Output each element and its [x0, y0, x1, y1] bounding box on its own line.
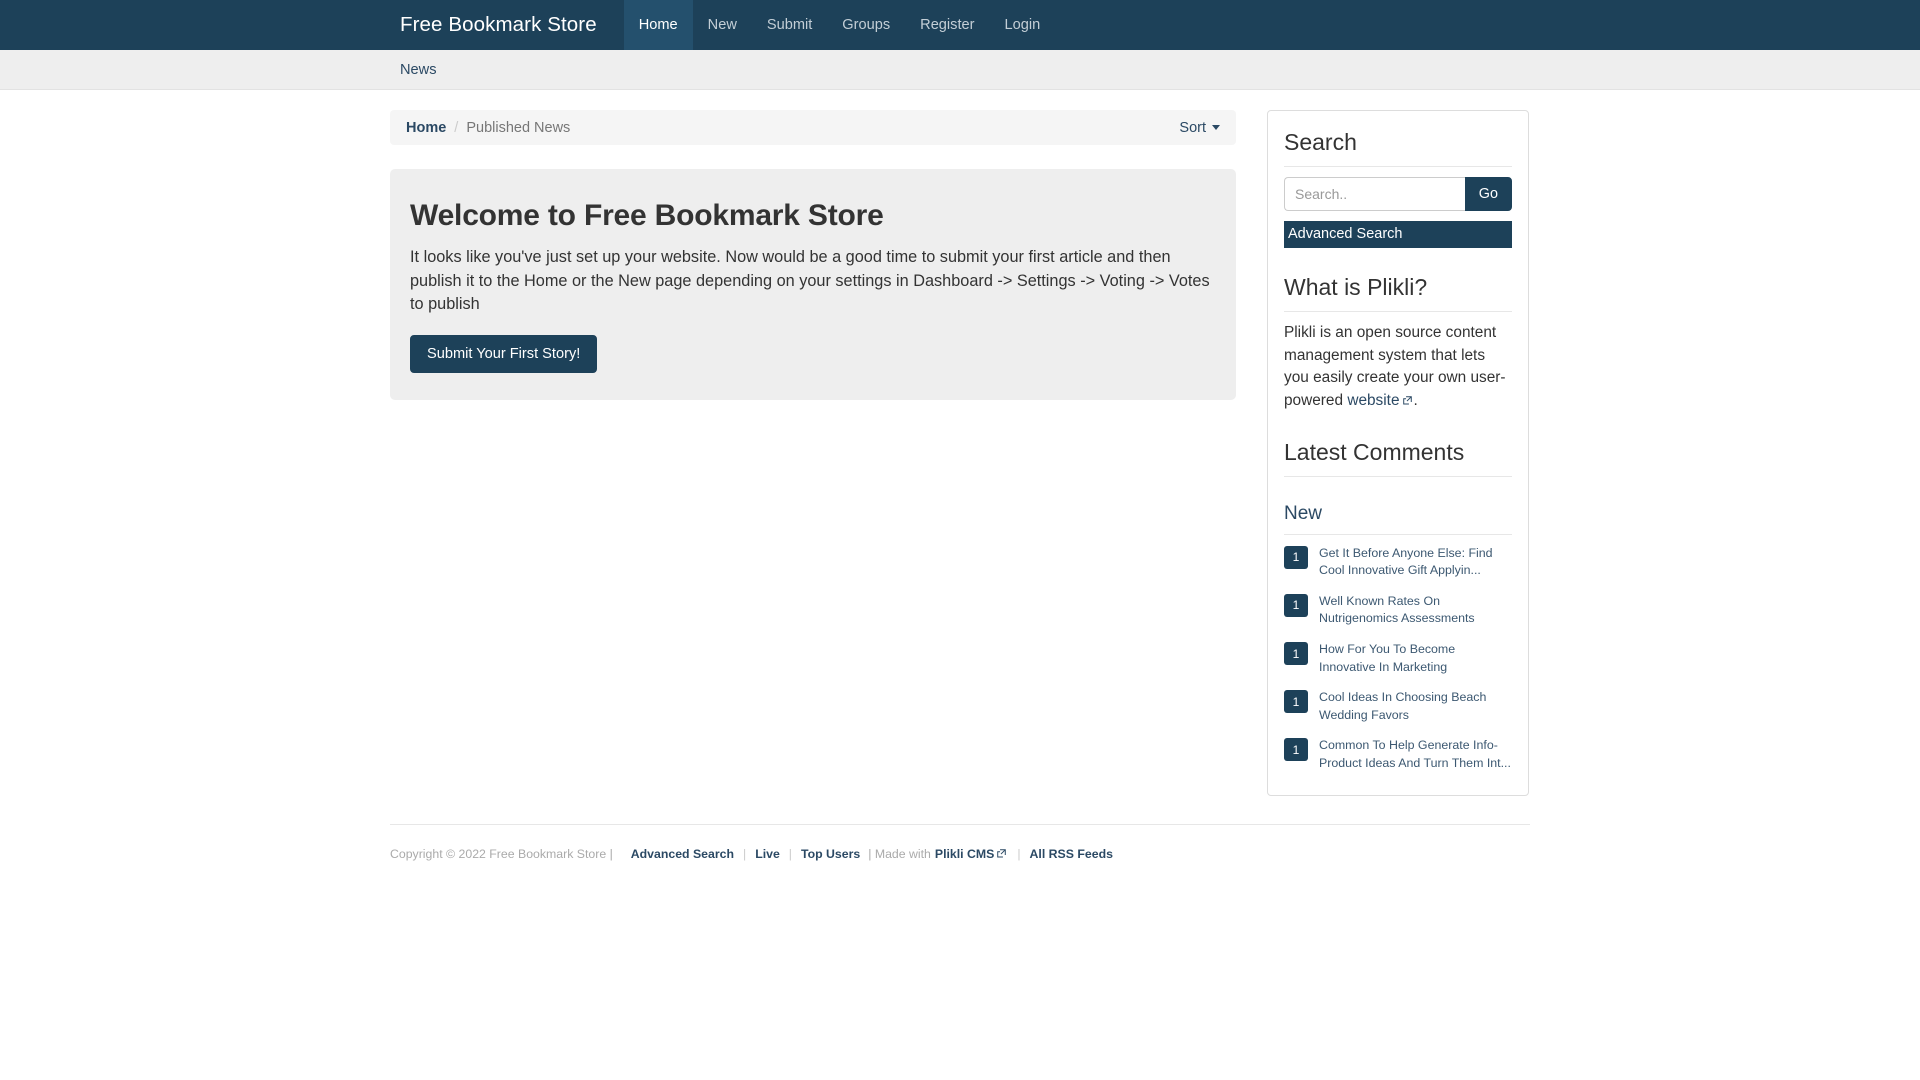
new-stories-heading: New	[1284, 503, 1512, 535]
sidebar-panel: Search Go Advanced Search What is Plikli…	[1267, 110, 1529, 796]
footer-separator-1: |	[742, 846, 747, 861]
vote-count-badge: 1	[1284, 738, 1308, 762]
site-brand[interactable]: Free Bookmark Store	[385, 0, 612, 50]
page-container: Home / Published News Sort Welcome to Fr…	[390, 90, 1530, 796]
breadcrumb-home[interactable]: Home	[406, 120, 446, 136]
story-title-link[interactable]: Well Known Rates On Nutrigenomics Assess…	[1319, 593, 1512, 628]
subnav-item-news[interactable]: News	[385, 62, 452, 78]
navbar-links: Home New Submit Groups Register Login	[623, 0, 1056, 50]
page-title: Welcome to Free Bookmark Store	[410, 199, 884, 232]
breadcrumb-separator: /	[454, 119, 459, 136]
footer-container: Copyright © 2022 Free Bookmark Store | A…	[390, 796, 1530, 861]
about-text-after: .	[1413, 391, 1418, 409]
nav-item-submit[interactable]: Submit	[752, 0, 827, 50]
main-column: Home / Published News Sort Welcome to Fr…	[390, 110, 1236, 400]
footer-top-users-link[interactable]: Top Users	[801, 847, 860, 861]
list-item[interactable]: 1 Cool Ideas In Choosing Beach Wedding F…	[1284, 689, 1512, 724]
about-section: What is Plikli? Plikli is an open source…	[1284, 274, 1512, 413]
footer-advanced-search-link[interactable]: Advanced Search	[631, 847, 734, 861]
new-stories-section: New 1 Get It Before Anyone Else: Find Co…	[1284, 503, 1512, 773]
vote-count-badge: 1	[1284, 690, 1308, 714]
nav-item-home[interactable]: Home	[623, 0, 693, 50]
list-item[interactable]: 1 Get It Before Anyone Else: Find Cool I…	[1284, 545, 1512, 580]
sort-label: Sort	[1179, 119, 1206, 136]
latest-comments-section: Latest Comments	[1284, 439, 1512, 477]
about-heading: What is Plikli?	[1284, 274, 1512, 312]
site-footer: Copyright © 2022 Free Bookmark Store | A…	[390, 825, 1530, 861]
search-form: Go	[1284, 177, 1512, 211]
copyright-text: Copyright © 2022 Free Bookmark Store |	[390, 846, 613, 861]
footer-made-with-text: | Made with	[868, 846, 931, 861]
vote-count-badge: 1	[1284, 545, 1308, 569]
main-navbar: Free Bookmark Store Home New Submit Grou…	[0, 0, 1920, 50]
about-text: Plikli is an open source content managem…	[1284, 322, 1512, 413]
breadcrumb: Home / Published News Sort	[390, 110, 1236, 145]
nav-item-groups[interactable]: Groups	[827, 0, 905, 50]
list-item[interactable]: 1 How For You To Become Innovative In Ma…	[1284, 641, 1512, 676]
list-item[interactable]: 1 Well Known Rates On Nutrigenomics Asse…	[1284, 593, 1512, 628]
search-heading: Search	[1284, 129, 1512, 167]
latest-comments-heading: Latest Comments	[1284, 439, 1512, 477]
story-title-link[interactable]: Get It Before Anyone Else: Find Cool Inn…	[1319, 545, 1512, 580]
external-link-icon	[997, 849, 1007, 858]
story-title-link[interactable]: Cool Ideas In Choosing Beach Wedding Fav…	[1319, 689, 1512, 724]
secondary-navbar: News	[0, 50, 1920, 90]
story-title-link[interactable]: How For You To Become Innovative In Mark…	[1319, 641, 1512, 676]
welcome-panel: Welcome to Free Bookmark Store It looks …	[390, 169, 1236, 400]
footer-plikli-cms-link[interactable]: Plikli CMS	[935, 847, 994, 861]
search-input[interactable]	[1284, 177, 1465, 211]
list-item[interactable]: 1 Common To Help Generate Info-Product I…	[1284, 737, 1512, 772]
about-website-link[interactable]: website	[1347, 392, 1399, 409]
search-go-button[interactable]: Go	[1464, 177, 1512, 211]
story-title-link[interactable]: Common To Help Generate Info-Product Ide…	[1319, 737, 1512, 772]
breadcrumb-current: Published News	[466, 119, 571, 136]
sort-dropdown-button[interactable]: Sort	[1179, 120, 1220, 136]
nav-item-new[interactable]: New	[693, 0, 752, 50]
nav-item-register[interactable]: Register	[905, 0, 989, 50]
external-link-icon	[1402, 396, 1412, 405]
breadcrumb-trail: Home / Published News	[406, 120, 570, 136]
chevron-down-icon	[1212, 125, 1220, 130]
footer-all-rss-link[interactable]: All RSS Feeds	[1030, 847, 1113, 861]
advanced-search-link[interactable]: Advanced Search	[1284, 221, 1512, 248]
welcome-description: It looks like you've just set up your we…	[410, 248, 1210, 314]
footer-live-link[interactable]: Live	[755, 847, 780, 861]
footer-separator-2: |	[788, 846, 792, 861]
vote-count-badge: 1	[1284, 642, 1308, 665]
submit-first-story-button[interactable]: Submit Your First Story!	[410, 334, 598, 373]
vote-count-badge: 1	[1284, 593, 1308, 617]
sidebar-column: Search Go Advanced Search What is Plikli…	[1267, 110, 1529, 796]
footer-separator-3: |	[1017, 846, 1021, 861]
nav-item-login[interactable]: Login	[990, 0, 1056, 50]
